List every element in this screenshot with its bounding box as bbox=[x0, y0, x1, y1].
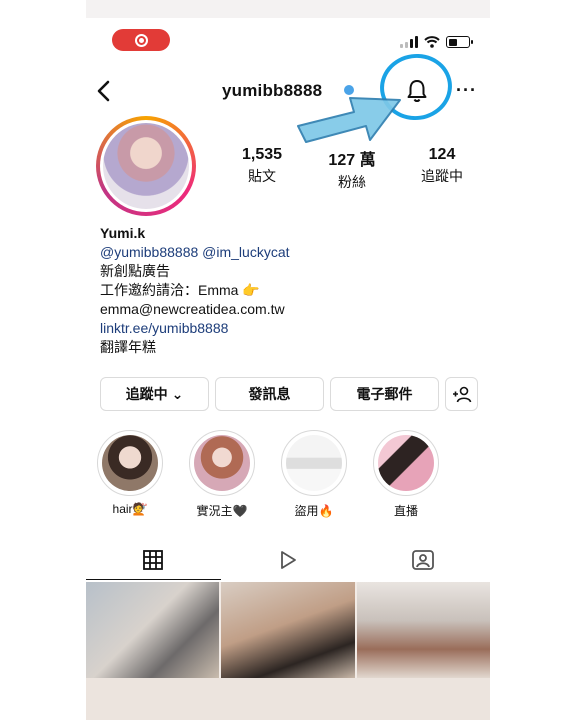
more-options-button[interactable]: ··· bbox=[456, 80, 477, 101]
highlight-item[interactable]: 盜用🔥 bbox=[280, 430, 348, 519]
add-user-icon bbox=[452, 386, 471, 403]
cell-signal-icon bbox=[400, 36, 418, 48]
profile-actions: 追蹤中 ⌄ 發訊息 電子郵件 bbox=[100, 377, 478, 411]
stat-posts-value: 1,535 bbox=[241, 146, 283, 163]
highlight-cover bbox=[194, 435, 250, 491]
battery-icon bbox=[446, 36, 473, 48]
story-highlights: hair💇 實況主🖤 盜用🔥 直播 bbox=[96, 430, 440, 519]
stat-following[interactable]: 124 追蹤中 bbox=[402, 146, 482, 192]
phone-screen: yumibb8888 ··· 1,535 貼文 127 萬 粉絲 124 追蹤中 bbox=[86, 0, 490, 720]
wifi-icon bbox=[424, 36, 440, 48]
display-name: Yumi.k bbox=[100, 225, 146, 241]
profile-avatar bbox=[103, 123, 189, 209]
highlight-cover bbox=[102, 435, 158, 491]
highlight-cover bbox=[286, 435, 342, 491]
highlight-label: 直播 bbox=[393, 504, 418, 518]
bio-link[interactable]: linktr.ee/yumibb8888 bbox=[100, 319, 290, 338]
bio-email[interactable]: emma@newcreatidea.com.tw bbox=[100, 300, 290, 319]
stat-following-value: 124 bbox=[428, 146, 456, 163]
profile-tabs bbox=[86, 540, 490, 580]
stat-followers-label: 粉絲 bbox=[338, 174, 366, 190]
highlight-item[interactable]: hair💇 bbox=[96, 430, 164, 519]
post-thumbnail[interactable] bbox=[86, 582, 220, 678]
tab-tagged[interactable] bbox=[355, 540, 490, 580]
back-button[interactable] bbox=[92, 78, 118, 104]
stat-followers-value: 127 萬 bbox=[328, 152, 376, 169]
stat-posts-label: 貼文 bbox=[248, 168, 276, 184]
suggested-users-button[interactable] bbox=[445, 377, 478, 411]
highlight-item[interactable]: 直播 bbox=[372, 430, 440, 519]
post-thumbnail[interactable] bbox=[356, 582, 490, 678]
left-margin bbox=[0, 0, 86, 720]
tab-posts-grid[interactable] bbox=[86, 540, 221, 580]
highlight-item[interactable]: 實況主🖤 bbox=[188, 430, 256, 519]
stat-followers[interactable]: 127 萬 粉絲 bbox=[312, 146, 392, 192]
profile-header: yumibb8888 ··· bbox=[86, 49, 490, 125]
bio-mentions[interactable]: @yumibb88888 @im_luckycat bbox=[100, 243, 290, 262]
post-thumbnail[interactable] bbox=[221, 582, 355, 678]
chevron-left-icon bbox=[97, 80, 110, 102]
highlight-label: hair💇 bbox=[112, 502, 148, 516]
annotation-arrow bbox=[297, 97, 401, 143]
stat-posts[interactable]: 1,535 貼文 bbox=[222, 146, 302, 192]
posts-grid-continuation bbox=[86, 678, 490, 720]
bio-line: 翻譯年糕 bbox=[100, 339, 156, 355]
profile-stats: 1,535 貼文 127 萬 粉絲 124 追蹤中 bbox=[222, 146, 482, 192]
screen-recording-indicator[interactable] bbox=[112, 29, 170, 51]
right-margin bbox=[490, 0, 576, 720]
bio-line: 新創點廣告 bbox=[100, 263, 170, 279]
highlight-label: 實況主🖤 bbox=[196, 504, 248, 518]
reels-icon bbox=[281, 551, 296, 569]
highlight-label: 盜用🔥 bbox=[294, 504, 334, 518]
stat-following-label: 追蹤中 bbox=[421, 168, 463, 184]
status-icons bbox=[400, 36, 473, 48]
top-strip bbox=[86, 0, 490, 18]
highlight-cover bbox=[378, 435, 434, 491]
bio-line: 工作邀約請洽：Emma 👉 bbox=[100, 282, 260, 298]
grid-icon bbox=[143, 550, 164, 570]
profile-bio: Yumi.k @yumibb88888 @im_luckycat 新創點廣告 工… bbox=[100, 224, 290, 357]
profile-avatar-story-ring[interactable] bbox=[96, 116, 196, 216]
message-button[interactable]: 發訊息 bbox=[215, 377, 324, 411]
email-button[interactable]: 電子郵件 bbox=[330, 377, 439, 411]
record-icon bbox=[134, 33, 148, 47]
tagged-icon bbox=[411, 550, 434, 570]
following-button[interactable]: 追蹤中 ⌄ bbox=[100, 377, 209, 411]
tab-reels[interactable] bbox=[221, 540, 356, 580]
